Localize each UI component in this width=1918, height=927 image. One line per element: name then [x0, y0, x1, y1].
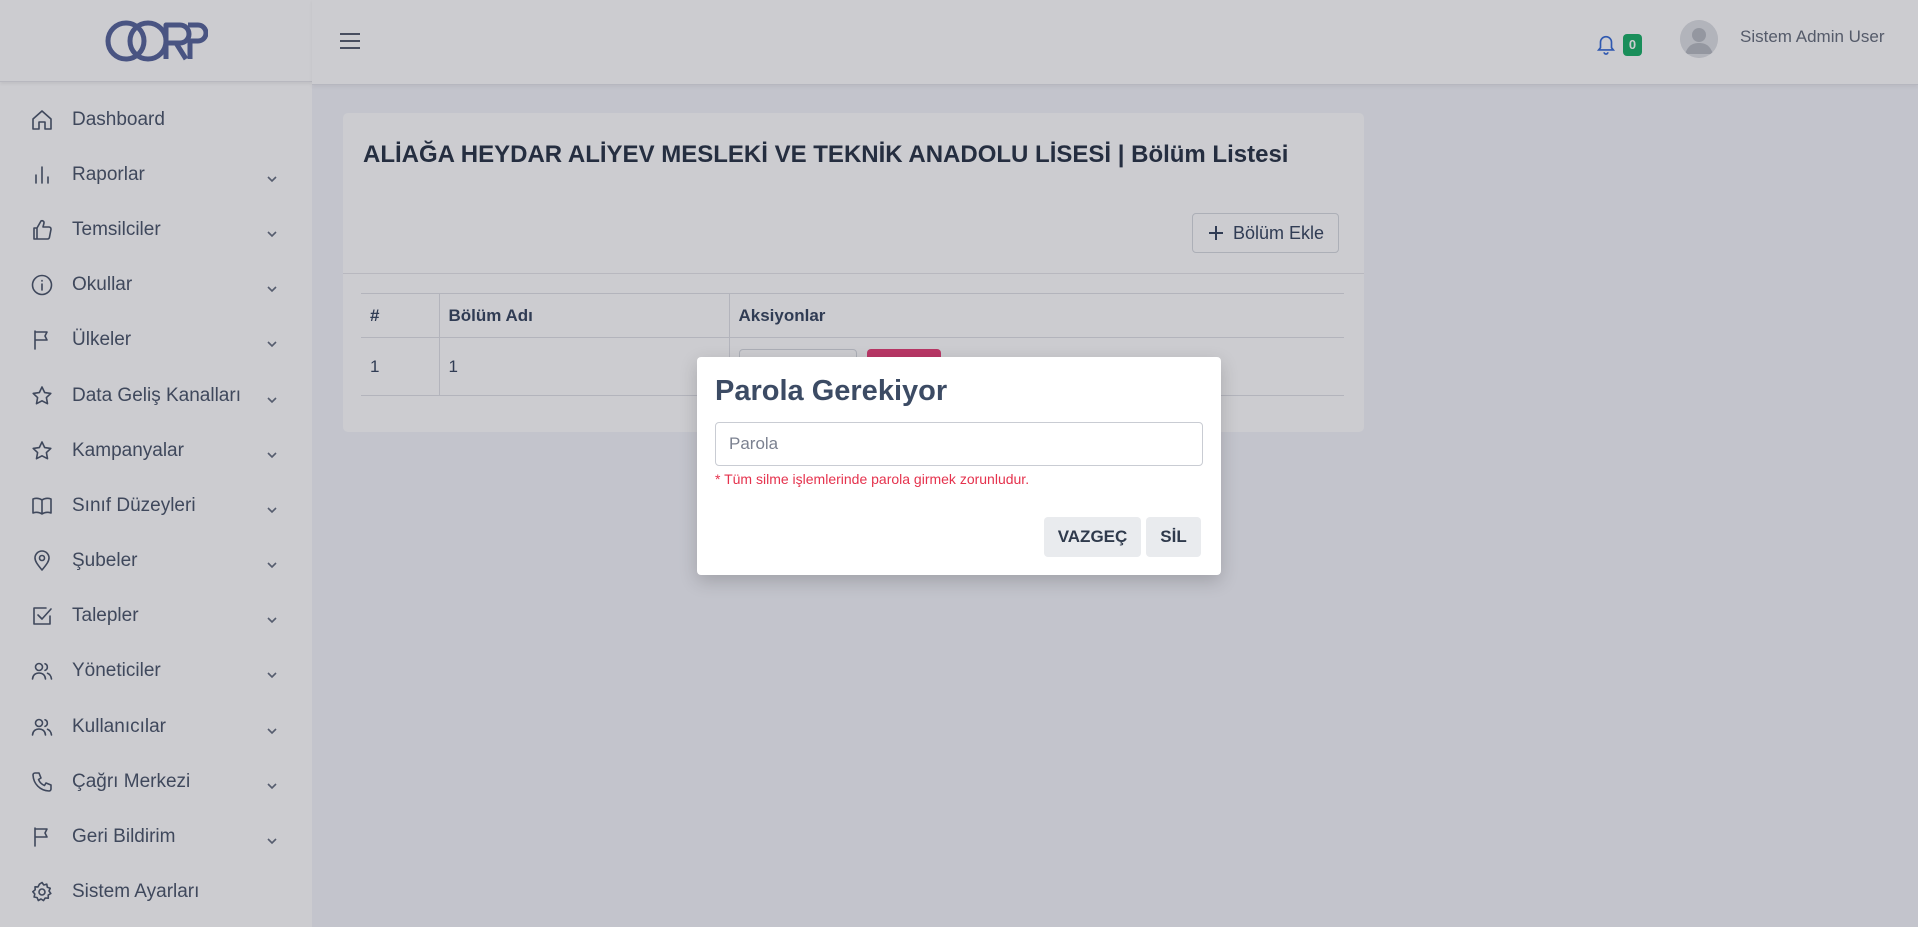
password-modal: Parola Gerekiyor * Tüm silme işlemlerind… [697, 357, 1221, 575]
confirm-delete-button[interactable]: SİL [1146, 517, 1201, 557]
password-input[interactable] [715, 422, 1203, 466]
password-hint: * Tüm silme işlemlerinde parola girmek z… [715, 471, 1030, 487]
modal-title: Parola Gerekiyor [715, 375, 948, 407]
cancel-button[interactable]: VAZGEÇ [1044, 517, 1141, 557]
